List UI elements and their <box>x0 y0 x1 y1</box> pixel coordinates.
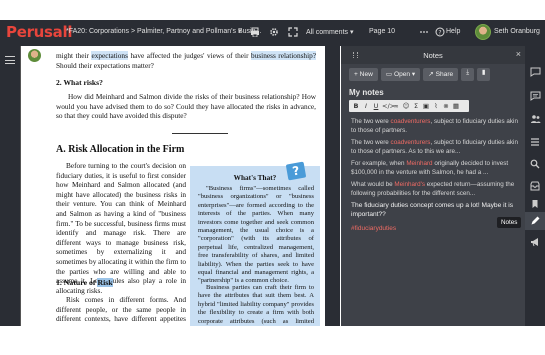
user-avatar[interactable] <box>475 24 491 40</box>
underline-icon[interactable]: U <box>372 102 380 110</box>
notes-tooltip: Notes <box>497 217 522 228</box>
code-icon[interactable]: </> <box>382 102 395 110</box>
help-icon[interactable]: ? <box>434 26 446 38</box>
comments-filter-dropdown[interactable]: All comments ▾ <box>306 28 353 36</box>
question-mark-icon: ? <box>285 161 307 181</box>
inbox-icon[interactable] <box>529 180 541 192</box>
perusall-logo[interactable]: Perusall <box>6 23 72 41</box>
note-comment[interactable]: The fiduciary duties concept comes up a … <box>351 202 521 219</box>
document-page[interactable]: might their expectations have affected t… <box>22 46 325 326</box>
formula-icon[interactable]: Σ <box>412 102 420 110</box>
note-excerpt[interactable]: The two were coadventurers, subject to f… <box>351 139 521 156</box>
notes-panel: Notes × + New ▭ Open ▾ ↗ Share ⤓ ▮ My no… <box>341 46 525 326</box>
bold-icon[interactable]: B <box>352 102 360 110</box>
emoji-icon[interactable]: ☺ <box>402 102 410 110</box>
document-scrollbar[interactable] <box>325 46 340 326</box>
divider <box>20 46 21 326</box>
search-icon[interactable] <box>529 158 541 170</box>
trash-icon[interactable]: ▮ <box>477 68 491 81</box>
menu-icon[interactable] <box>5 56 15 64</box>
share-note-button[interactable]: ↗ Share <box>423 68 459 81</box>
top-bar: Perusall *FA20: Corporations > Palmiter,… <box>0 20 545 46</box>
pencil-icon[interactable] <box>529 215 541 227</box>
notes-toolbar: + New ▭ Open ▾ ↗ Share ⤓ ▮ <box>349 68 491 82</box>
note-excerpt[interactable]: For example, when Meinhard originally de… <box>351 160 521 177</box>
left-gutter <box>0 46 20 326</box>
sidebar-text: "Business firms"—sometimes called "busin… <box>198 185 314 285</box>
folder-icon: ▭ <box>385 71 393 78</box>
question-heading: 2. What risks? <box>56 78 103 87</box>
page-indicator[interactable]: Page 10 <box>369 28 395 35</box>
settings-icon[interactable] <box>268 26 280 38</box>
chevron-down-icon[interactable]: ▾ <box>238 27 242 35</box>
list-icon[interactable] <box>529 136 541 148</box>
more-icon[interactable] <box>418 26 430 38</box>
right-icon-rail <box>525 46 545 326</box>
people-icon[interactable] <box>529 113 541 125</box>
open-note-button[interactable]: ▭ Open ▾ <box>380 68 421 81</box>
hashtag-link[interactable]: #fiduciaryduties <box>351 225 396 232</box>
download-icon[interactable]: ⤓ <box>461 68 475 81</box>
section-divider <box>172 133 228 134</box>
svg-text:?: ? <box>438 29 441 36</box>
formatting-toolbar: B I U </> ∞ ☺ Σ ▣ ⌇ ⊗ ▦ <box>349 100 469 112</box>
subheading-nature-of-risk: 1. Nature of Risk <box>56 278 113 287</box>
share-icon: ↗ <box>428 71 434 78</box>
help-link[interactable]: Help <box>446 28 460 35</box>
fullscreen-icon[interactable] <box>287 26 299 38</box>
page-bottom-margin <box>0 326 545 355</box>
body-paragraph-2: Risk comes in different forms. And diffe… <box>56 295 186 326</box>
my-notes-heading: My notes <box>349 88 384 97</box>
table-icon[interactable]: ▦ <box>452 102 460 110</box>
image-icon[interactable]: ▣ <box>422 102 430 110</box>
sidebar-text-2: Business parties can craft their firm to… <box>198 284 314 325</box>
note-excerpt[interactable]: What would be Meinhard's expected return… <box>351 181 521 198</box>
notes-header: Notes × <box>341 46 525 64</box>
section-title: A. Risk Allocation in the Firm <box>56 144 185 155</box>
body-paragraph: Before turning to the court's decision o… <box>56 161 186 295</box>
new-note-button[interactable]: + New <box>349 68 378 81</box>
conversations-icon[interactable] <box>529 66 541 78</box>
attach-icon[interactable]: ⌇ <box>432 102 440 110</box>
question-paragraph: might their expectations have affected t… <box>56 51 316 70</box>
notes-title: Notes <box>423 51 443 60</box>
whats-that-sidebar: What's That? "Business firms"—sometimes … <box>190 166 320 326</box>
megaphone-icon[interactable] <box>529 236 541 248</box>
close-icon[interactable]: × <box>516 49 521 59</box>
chat-icon[interactable] <box>529 90 541 102</box>
print-icon[interactable] <box>249 26 261 38</box>
document-breadcrumb[interactable]: *FA20: Corporations > Palmiter, Partnoy … <box>66 28 261 35</box>
note-excerpt[interactable]: The two were coadventurers, subject to f… <box>351 118 521 135</box>
user-name[interactable]: Seth Oranburg <box>494 28 540 35</box>
question-paragraph-2: How did Meinhard and Salmon divide the r… <box>56 92 316 121</box>
link-icon[interactable]: ∞ <box>392 102 400 110</box>
bookmark-icon[interactable] <box>529 198 541 210</box>
clear-format-icon[interactable]: ⊗ <box>442 102 450 110</box>
commenter-avatar[interactable] <box>28 49 41 62</box>
italic-icon[interactable]: I <box>362 102 370 110</box>
